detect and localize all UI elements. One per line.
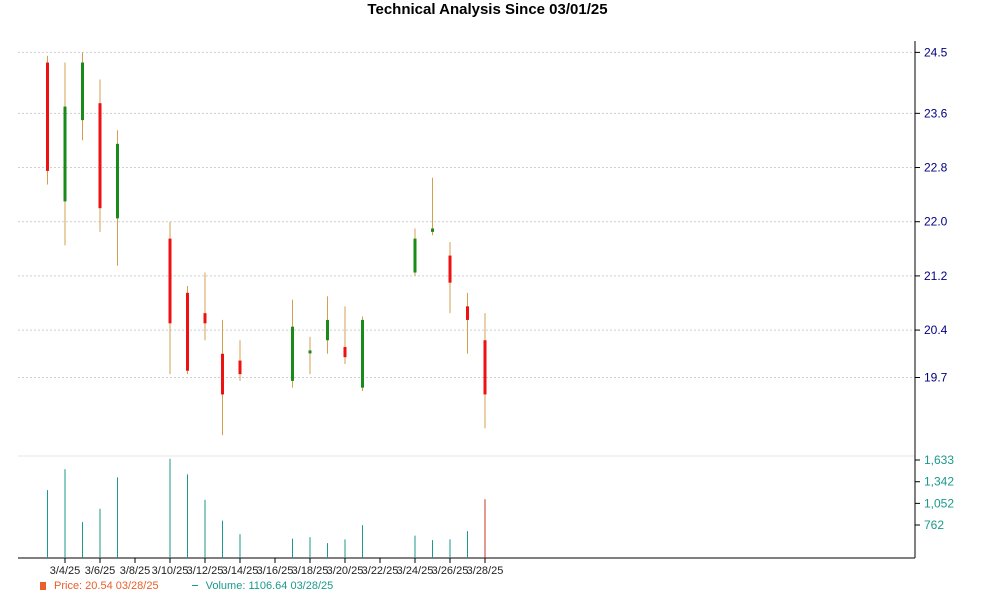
x-tick-label: 3/10/25 bbox=[152, 565, 189, 577]
volume-bars bbox=[47, 458, 486, 558]
candle-body-up bbox=[413, 238, 417, 273]
candle-body-down bbox=[98, 103, 102, 209]
x-tick-label: 3/18/25 bbox=[292, 565, 329, 577]
candlestick-chart: 24.5 23.6 22.8 22.0 21.2 20.4 19.7 1,633 1,342 1,… bbox=[18, 41, 954, 577]
x-tick-label: 3/22/25 bbox=[362, 565, 399, 577]
legend-price-label: Price: 20.54 03/28/25 bbox=[54, 580, 159, 592]
legend-volume-label: Volume: 1106.64 03/28/25 bbox=[205, 580, 334, 592]
x-tick-label: 3/16/25 bbox=[257, 565, 294, 577]
candle-body-up bbox=[291, 326, 294, 381]
candle-body-down bbox=[221, 353, 224, 395]
candle-body-down bbox=[46, 62, 49, 171]
candle-body-down bbox=[448, 255, 452, 283]
legend-price-swatch bbox=[40, 582, 46, 590]
candle-body-down bbox=[203, 313, 207, 324]
x-tick-label: 3/14/25 bbox=[222, 565, 259, 577]
legend-price: Price: 20.54 03/28/25 bbox=[40, 580, 159, 592]
x-tick-label: 3/28/25 bbox=[467, 565, 504, 577]
candle-body-up bbox=[308, 350, 312, 354]
volume-tick-label: 1,633 bbox=[924, 453, 954, 467]
price-tick-label: 22.0 bbox=[924, 215, 948, 229]
candle-body-up bbox=[116, 143, 119, 219]
price-tick-label: 20.4 bbox=[924, 323, 948, 337]
candle-body-up bbox=[63, 106, 67, 202]
x-tick-label: 3/8/25 bbox=[120, 565, 151, 577]
x-tick-label: 3/6/25 bbox=[85, 565, 116, 577]
candle-body-up bbox=[81, 62, 84, 121]
volume-tick-label: 762 bbox=[924, 518, 944, 532]
axes: 24.5 23.6 22.8 22.0 21.2 20.4 19.7 1,633 1,342 1,… bbox=[18, 41, 954, 577]
candle-body-down bbox=[466, 306, 469, 320]
candle-body-down bbox=[186, 292, 189, 371]
volume-tick-label: 1,342 bbox=[924, 475, 954, 489]
candle-body-up bbox=[326, 319, 329, 341]
candle-body-up bbox=[431, 228, 434, 232]
price-tick-label: 21.2 bbox=[924, 269, 948, 283]
x-tick-label: 3/26/25 bbox=[432, 565, 469, 577]
x-tick-label: 3/24/25 bbox=[397, 565, 434, 577]
price-tick-label: 24.5 bbox=[924, 45, 948, 59]
price-tick-label: 19.7 bbox=[924, 370, 948, 384]
price-tick-label: 22.8 bbox=[924, 161, 948, 175]
volume-tick-label: 1,052 bbox=[924, 496, 954, 510]
x-tick-label: 3/20/25 bbox=[327, 565, 364, 577]
legend-volume-swatch bbox=[191, 585, 198, 586]
x-tick-label: 3/12/25 bbox=[187, 565, 224, 577]
candle-body-down bbox=[238, 360, 242, 375]
candle-body-up bbox=[361, 319, 364, 388]
candle-body-down bbox=[343, 347, 347, 358]
legend-volume: Volume: 1106.64 03/28/25 bbox=[191, 580, 334, 592]
x-tick-label: 3/4/25 bbox=[50, 565, 81, 577]
legend: Price: 20.54 03/28/25 Volume: 1106.64 03… bbox=[40, 580, 363, 592]
candle-body-down bbox=[168, 238, 172, 324]
candle-body-down bbox=[483, 340, 487, 395]
price-tick-label: 23.6 bbox=[924, 106, 948, 120]
grid bbox=[18, 51, 915, 457]
